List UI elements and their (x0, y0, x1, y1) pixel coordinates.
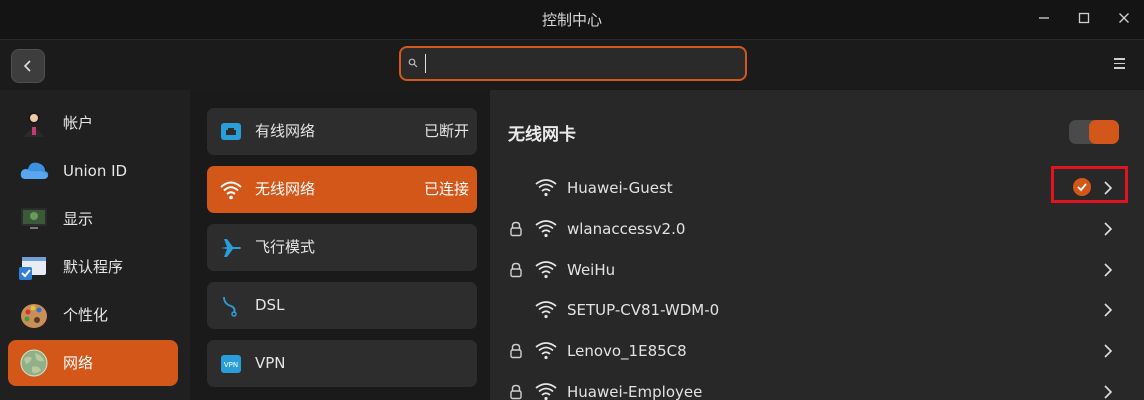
menu-item-vpn[interactable]: VPN VPN (207, 340, 477, 387)
wifi-signal-icon (535, 261, 557, 279)
lock-icon (510, 384, 522, 400)
airplane-icon (221, 239, 241, 257)
menu-item-label: 有线网络 (255, 122, 316, 140)
wifi-ssid: WeiHu (567, 261, 616, 279)
svg-text:VPN: VPN (224, 361, 238, 369)
display-icon (21, 208, 47, 229)
search-input[interactable] (429, 50, 729, 78)
palette-icon (21, 304, 47, 328)
chevron-left-icon (23, 60, 31, 72)
vpn-icon: VPN (221, 355, 241, 373)
minimize-icon[interactable] (1032, 8, 1056, 32)
chevron-right-icon[interactable] (1103, 344, 1113, 358)
connection-status: 已连接 (423, 180, 469, 198)
close-icon[interactable] (1112, 8, 1136, 32)
lock-icon (510, 221, 522, 237)
wifi-signal-icon (535, 383, 557, 400)
wifi-network-row[interactable]: WeiHu (490, 250, 1144, 290)
wifi-network-row[interactable]: Lenovo_1E85C8 (490, 331, 1144, 371)
wired-icon (221, 123, 241, 140)
search-icon (408, 58, 418, 68)
wireless-toggle[interactable] (1069, 120, 1119, 144)
menu-item-wired[interactable]: 有线网络 已断开 (207, 108, 477, 155)
title-bar: 控制中心 (0, 0, 1144, 40)
maximize-icon[interactable] (1072, 8, 1096, 32)
sidebar-item-default-apps[interactable]: 默认程序 (8, 244, 178, 290)
wifi-ssid: SETUP-CV81-WDM-0 (567, 301, 720, 319)
sidebar-item-union-id[interactable]: Union ID (8, 148, 178, 194)
default-apps-icon (19, 257, 46, 280)
menu-item-label: 无线网络 (255, 180, 316, 198)
menu-item-dsl[interactable]: DSL (207, 282, 477, 329)
chevron-right-icon[interactable] (1103, 263, 1113, 277)
menu-item-label: 飞行模式 (255, 238, 316, 256)
menu-item-airplane-mode[interactable]: 飞行模式 (207, 224, 477, 271)
menu-item-label: DSL (255, 296, 285, 314)
wifi-ssid: Huawei-Guest (567, 179, 673, 197)
sidebar-item-label: 默认程序 (63, 258, 124, 276)
wifi-signal-icon (535, 301, 557, 319)
window-title: 控制中心 (541, 11, 602, 29)
wifi-network-row[interactable]: SETUP-CV81-WDM-0 (490, 290, 1144, 330)
search-box[interactable] (399, 46, 747, 81)
wifi-network-row[interactable]: wlanaccessv2.0 (490, 209, 1144, 249)
wifi-network-row[interactable]: Huawei-Employee (490, 372, 1144, 400)
wifi-signal-icon (535, 179, 557, 197)
wifi-signal-icon (535, 220, 557, 238)
network-category-list: 有线网络 已断开 无线网络 已连接 飞行模式 DSL VPN VPN (190, 90, 490, 400)
menu-item-label: VPN (255, 354, 286, 372)
chevron-right-icon[interactable] (1103, 222, 1113, 236)
wifi-network-row[interactable]: Huawei-Guest (490, 168, 1144, 208)
wifi-signal-icon (535, 342, 557, 360)
text-cursor (425, 54, 426, 73)
network-globe-icon (20, 349, 48, 377)
sidebar-item-account[interactable]: 帐户 (8, 100, 178, 146)
lock-icon (510, 262, 522, 278)
sidebar-item-label: 显示 (63, 210, 94, 228)
sidebar: 帐户 Union ID 显示 默认程序 个性化 网络 (0, 90, 190, 400)
section-title: 无线网卡 (508, 125, 576, 145)
wireless-panel: 无线网卡 Huawei-Guest wlanaccessv2.0 WeiHu S… (490, 90, 1144, 400)
sidebar-item-personalization[interactable]: 个性化 (8, 292, 178, 338)
wifi-ssid: wlanaccessv2.0 (567, 220, 686, 238)
back-button[interactable] (11, 49, 45, 83)
sidebar-item-label: 帐户 (63, 114, 94, 132)
dsl-icon (223, 296, 237, 317)
chevron-right-icon[interactable] (1103, 385, 1113, 399)
account-icon (24, 112, 44, 137)
wifi-icon (220, 181, 242, 200)
sidebar-item-network[interactable]: 网络 (8, 340, 178, 386)
connection-status: 已断开 (423, 122, 469, 140)
sidebar-item-display[interactable]: 显示 (8, 196, 178, 242)
connected-check-icon (1073, 178, 1091, 196)
chevron-right-icon[interactable] (1103, 181, 1113, 195)
wifi-ssid: Huawei-Employee (567, 383, 703, 400)
sidebar-item-label: 个性化 (63, 306, 109, 324)
sidebar-item-label: 网络 (63, 354, 94, 372)
chevron-right-icon[interactable] (1103, 303, 1113, 317)
wifi-ssid: Lenovo_1E85C8 (567, 342, 687, 360)
toolbar (0, 40, 1144, 90)
menu-item-wireless[interactable]: 无线网络 已连接 (207, 166, 477, 213)
sidebar-item-label: Union ID (63, 162, 128, 180)
lock-icon (510, 343, 522, 359)
hamburger-menu-icon[interactable] (1114, 58, 1132, 72)
cloud-icon (20, 162, 49, 179)
